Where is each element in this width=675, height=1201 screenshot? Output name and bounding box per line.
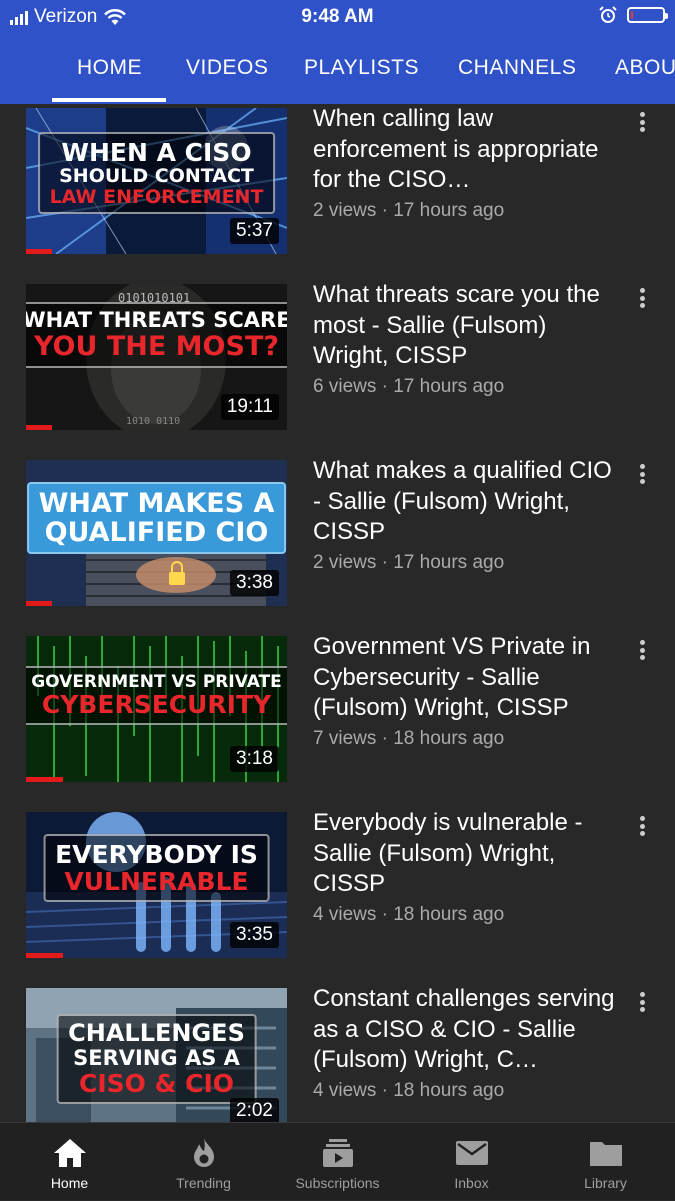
nav-home[interactable]: Home xyxy=(2,1123,137,1201)
duration-badge: 2:02 xyxy=(230,1098,279,1122)
status-bar: Verizon 9:48 AM xyxy=(0,0,675,36)
channel-header: Verizon 9:48 AM HOME VIDEOS PLAYLISTS CH… xyxy=(0,0,675,104)
duration-badge: 3:35 xyxy=(230,922,279,948)
caption-line: YOU THE MOST? xyxy=(33,330,280,362)
video-meta: 7 views · 18 hours ago xyxy=(313,727,505,749)
tab-channels[interactable]: CHANNELS xyxy=(458,56,576,80)
video-item[interactable]: 0101010101 1010 0110 WHAT THREATS SCARE … xyxy=(0,280,675,456)
thumbnail-caption: WHAT THREATS SCARE YOU THE MOST? xyxy=(26,302,287,368)
duration-badge: 3:38 xyxy=(230,570,279,596)
caption-line: CYBERSECURITY xyxy=(41,690,272,720)
video-info[interactable]: When calling law enforcement is appropri… xyxy=(313,104,619,222)
caption-line: WHAT THREATS SCARE xyxy=(26,308,287,332)
battery-icon xyxy=(627,7,668,23)
video-title[interactable]: Everybody is vulnerable - Sallie (Fulsom… xyxy=(313,808,619,900)
video-thumbnail[interactable]: CHALLENGES SERVING AS A CISO & CIO 2:02 xyxy=(26,988,287,1122)
nav-inbox[interactable]: Inbox xyxy=(404,1123,539,1201)
active-tab-indicator xyxy=(52,98,166,102)
video-info[interactable]: Constant challenges serving as a CISO & … xyxy=(313,984,619,1102)
thumbnail-caption: WHEN A CISO SHOULD CONTACT LAW ENFORCEME… xyxy=(37,132,276,215)
caption-line: QUALIFIED CIO xyxy=(44,517,269,549)
video-title[interactable]: What threats scare you the most - Sallie… xyxy=(313,280,619,372)
nav-subscriptions[interactable]: Subscriptions xyxy=(270,1123,405,1201)
video-meta: 2 views · 17 hours ago xyxy=(313,199,505,221)
caption-line: WHEN A CISO xyxy=(61,138,252,167)
tab-about[interactable]: ABOUT xyxy=(615,56,675,80)
video-title[interactable]: Constant challenges serving as a CISO & … xyxy=(313,984,619,1076)
more-options-icon[interactable] xyxy=(630,460,654,488)
video-list: WHEN A CISO SHOULD CONTACT LAW ENFORCEME… xyxy=(0,104,675,1122)
caption-line: LAW ENFORCEMENT xyxy=(49,185,264,208)
watch-progress xyxy=(26,777,63,782)
duration-badge: 5:37 xyxy=(230,218,279,244)
nav-label: Trending xyxy=(176,1175,231,1191)
watch-progress xyxy=(26,953,63,958)
video-info[interactable]: Government VS Private in Cybersecurity -… xyxy=(313,632,619,750)
subscriptions-icon xyxy=(322,1139,353,1167)
thumbnail-caption: EVERYBODY IS VULNERABLE xyxy=(43,834,270,902)
thumbnail-caption: GOVERNMENT VS PRIVATE CYBERSECURITY xyxy=(26,666,287,726)
video-info[interactable]: What makes a qualified CIO - Sallie (Ful… xyxy=(313,456,619,574)
duration-badge: 19:11 xyxy=(220,394,279,420)
video-item[interactable]: EVERYBODY IS VULNERABLE 3:35 Everybody i… xyxy=(0,808,675,984)
video-title[interactable]: Government VS Private in Cybersecurity -… xyxy=(313,632,619,724)
status-icons xyxy=(599,6,668,24)
video-title[interactable]: What makes a qualified CIO - Sallie (Ful… xyxy=(313,456,619,548)
nav-label: Library xyxy=(584,1175,627,1191)
video-thumbnail[interactable]: WHEN A CISO SHOULD CONTACT LAW ENFORCEME… xyxy=(26,108,287,254)
video-thumbnail[interactable]: GOVERNMENT VS PRIVATE CYBERSECURITY 3:18 xyxy=(26,636,287,782)
video-title[interactable]: When calling law enforcement is appropri… xyxy=(313,104,619,196)
caption-line: CHALLENGES xyxy=(68,1019,245,1047)
nav-library[interactable]: Library xyxy=(538,1123,673,1201)
watch-progress xyxy=(26,601,53,606)
video-meta: 4 views · 18 hours ago xyxy=(313,903,505,925)
nav-label: Subscriptions xyxy=(295,1175,380,1191)
battery-level xyxy=(631,11,634,19)
flame-icon xyxy=(193,1138,214,1167)
caption-line: SERVING AS A xyxy=(73,1045,240,1070)
caption-line: WHAT MAKES A xyxy=(38,488,275,519)
video-meta: 2 views · 17 hours ago xyxy=(313,551,505,573)
more-options-icon[interactable] xyxy=(630,812,654,840)
caption-line: CISO & CIO xyxy=(78,1068,235,1098)
caption-line: VULNERABLE xyxy=(64,867,249,896)
video-item[interactable]: WHAT MAKES A QUALIFIED CIO 3:38 What mak… xyxy=(0,456,675,632)
nav-label: Inbox xyxy=(454,1175,489,1191)
watch-progress xyxy=(26,425,53,430)
svg-text:1010 0110: 1010 0110 xyxy=(126,416,180,427)
caption-line: EVERYBODY IS xyxy=(55,840,258,869)
more-options-icon[interactable] xyxy=(630,636,654,664)
tab-playlists[interactable]: PLAYLISTS xyxy=(304,56,419,80)
duration-badge: 3:18 xyxy=(230,746,279,772)
video-info[interactable]: What threats scare you the most - Sallie… xyxy=(313,280,619,398)
mail-icon xyxy=(455,1141,488,1165)
video-info[interactable]: Everybody is vulnerable - Sallie (Fulsom… xyxy=(313,808,619,926)
video-meta: 6 views · 17 hours ago xyxy=(313,375,505,397)
video-item[interactable]: CHALLENGES SERVING AS A CISO & CIO 2:02 … xyxy=(0,984,675,1122)
nav-trending[interactable]: Trending xyxy=(136,1123,271,1201)
video-item[interactable]: WHEN A CISO SHOULD CONTACT LAW ENFORCEME… xyxy=(0,104,675,280)
thumbnail-caption: WHAT MAKES A QUALIFIED CIO xyxy=(26,482,287,555)
video-thumbnail[interactable]: 0101010101 1010 0110 WHAT THREATS SCARE … xyxy=(26,284,287,430)
video-item[interactable]: GOVERNMENT VS PRIVATE CYBERSECURITY 3:18… xyxy=(0,632,675,808)
more-options-icon[interactable] xyxy=(630,284,654,312)
video-thumbnail[interactable]: EVERYBODY IS VULNERABLE 3:35 xyxy=(26,812,287,958)
caption-line: SHOULD CONTACT xyxy=(59,165,254,187)
tab-videos[interactable]: VIDEOS xyxy=(186,56,268,80)
watch-progress xyxy=(26,249,53,254)
caption-line: GOVERNMENT VS PRIVATE xyxy=(31,672,282,692)
video-thumbnail[interactable]: WHAT MAKES A QUALIFIED CIO 3:38 xyxy=(26,460,287,606)
more-options-icon[interactable] xyxy=(630,988,654,1016)
alarm-icon xyxy=(599,6,617,23)
bottom-navigation: Home Trending Subscriptions Inbox Librar… xyxy=(0,1122,675,1200)
video-meta: 4 views · 18 hours ago xyxy=(313,1079,505,1101)
clock: 9:48 AM xyxy=(301,6,374,27)
nav-label: Home xyxy=(50,1175,89,1191)
home-icon xyxy=(53,1139,86,1167)
thumbnail-caption: CHALLENGES SERVING AS A CISO & CIO xyxy=(56,1014,257,1104)
more-options-icon[interactable] xyxy=(630,108,654,136)
folder-icon xyxy=(589,1142,622,1166)
tab-home[interactable]: HOME xyxy=(77,56,142,80)
